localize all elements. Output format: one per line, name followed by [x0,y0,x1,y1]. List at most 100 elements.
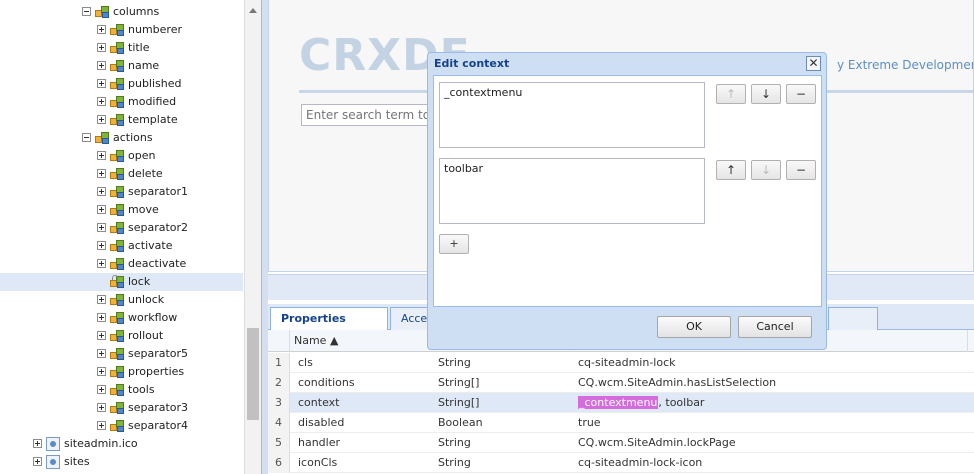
close-icon[interactable]: ✕ [806,56,821,71]
table-row[interactable]: 4 disabled Boolean true [268,413,974,433]
value-rest: , toolbar [658,396,705,409]
tree-node[interactable]: rollout [0,327,243,345]
tree-node[interactable]: modified [0,93,243,111]
table-row[interactable]: 1 cls String cq-siteadmin-lock [268,353,974,373]
tab-extra[interactable] [828,307,878,330]
tree-node[interactable]: delete [0,165,243,183]
tree-node[interactable]: columns [0,3,243,21]
tree-node-label: title [128,41,150,54]
tree-node[interactable]: move [0,201,243,219]
expand-icon[interactable] [97,295,106,304]
table-row[interactable]: 2 conditions String[] CQ.wcm.SiteAdmin.hasL… [268,373,974,393]
cancel-button[interactable]: Cancel [738,316,812,338]
expand-icon[interactable] [97,421,106,430]
expand-icon[interactable] [97,25,106,34]
table-row[interactable]: 6 iconCls String cq-siteadmin-lock-icon [268,453,974,473]
tree-node[interactable]: siteadmin.ico [0,435,243,453]
move-down-button-2[interactable]: ↓ [751,160,781,180]
tree-node[interactable]: template [0,111,243,129]
tree-node[interactable]: tools [0,381,243,399]
add-item-button[interactable]: + [439,234,469,254]
tree-node-label: tools [128,383,155,396]
grid-header-name[interactable]: Name ▲ [290,330,434,352]
expand-icon[interactable] [97,79,106,88]
table-row[interactable]: 3 context String[] _contextmenu, toolbar [268,393,974,413]
logo-subtitle: y Extreme Development En [837,58,973,72]
tree-node[interactable]: name [0,57,243,75]
expand-icon[interactable] [97,61,106,70]
tree-node[interactable]: title [0,39,243,57]
expand-icon[interactable] [97,187,106,196]
tree-node[interactable]: workflow [0,309,243,327]
scroll-up-icon[interactable] [249,8,257,13]
locked-node-icon [110,275,126,289]
expand-icon[interactable] [97,241,106,250]
remove-button-1[interactable]: − [786,84,816,104]
expand-icon[interactable] [97,259,106,268]
expand-icon[interactable] [97,43,106,52]
property-type: Boolean [438,416,483,429]
tree-node[interactable]: lock [0,273,243,291]
row-number: 4 [268,413,290,433]
remove-button-2[interactable]: − [786,160,816,180]
expand-icon[interactable] [33,457,42,466]
tree-node[interactable]: published [0,75,243,93]
property-type: String[] [438,396,480,409]
tree-node-label: move [128,203,159,216]
property-name: cls [298,356,313,369]
node-icon [110,203,126,217]
tree-node-label: lock [128,275,151,288]
expand-icon[interactable] [97,223,106,232]
tree-node[interactable]: unlock [0,291,243,309]
property-type: String [438,436,471,449]
tree-node[interactable]: separator2 [0,219,243,237]
node-icon [95,131,111,145]
tree-node[interactable]: separator4 [0,417,243,435]
tree-node[interactable]: separator5 [0,345,243,363]
context-field-2[interactable]: toolbar [439,158,705,224]
file-icon [46,455,60,469]
expand-icon[interactable] [97,169,106,178]
tree-node[interactable]: separator1 [0,183,243,201]
expand-icon[interactable] [97,151,106,160]
context-field-1[interactable]: _contextmenu [439,82,705,148]
tree-node-label: open [128,149,156,162]
tree-node-label: numberer [128,23,182,36]
tree-scrollbar[interactable] [244,0,261,474]
expand-icon[interactable] [97,115,106,124]
tree-node[interactable]: separator3 [0,399,243,417]
table-row[interactable]: 5 handler String CQ.wcm.SiteAdmin.lockPage [268,433,974,453]
tree-node-label: workflow [128,311,178,324]
collapse-icon[interactable] [82,7,91,16]
tab-properties[interactable]: Properties [270,307,388,331]
tree-node-label: delete [128,167,163,180]
move-up-button-2[interactable]: ↑ [716,160,746,180]
move-up-button-1[interactable]: ↑ [716,84,746,104]
expand-icon[interactable] [97,313,106,322]
expand-icon[interactable] [97,403,106,412]
tree-node[interactable]: activate [0,237,243,255]
collapse-icon[interactable] [82,133,91,142]
property-name: conditions [298,376,355,389]
tab-access-control[interactable]: Acce [390,307,430,330]
tree-node[interactable]: open [0,147,243,165]
expand-icon[interactable] [97,385,106,394]
expand-icon[interactable] [33,439,42,448]
tree-node[interactable]: numberer [0,21,243,39]
tree-node[interactable]: deactivate [0,255,243,273]
move-down-button-1[interactable]: ↓ [751,84,781,104]
row-number: 3 [268,393,290,413]
expand-icon[interactable] [97,349,106,358]
expand-icon[interactable] [97,331,106,340]
tree-node[interactable]: properties [0,363,243,381]
tree-node[interactable]: sites [0,453,243,471]
ok-button[interactable]: OK [657,316,731,338]
tree-node-label: template [128,113,178,126]
expand-icon[interactable] [97,367,106,376]
tree-node[interactable]: actions [0,129,243,147]
expand-icon[interactable] [97,97,106,106]
expand-icon[interactable] [97,205,106,214]
scroll-thumb[interactable] [247,328,259,420]
dialog-title: Edit context [434,57,510,70]
node-icon [110,23,126,37]
